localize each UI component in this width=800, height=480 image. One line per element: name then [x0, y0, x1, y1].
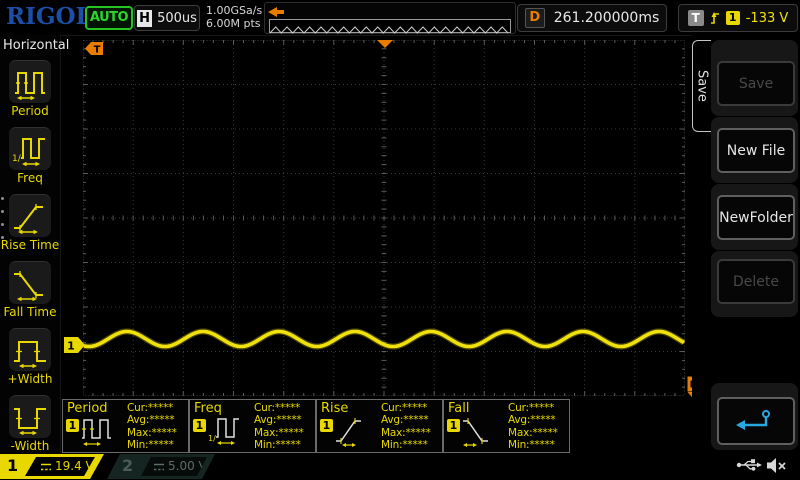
- top-status-bar: RIGOL AUTO H 500us 1.00GSa/s 6.00M pts D…: [0, 0, 800, 36]
- measure-panel-freq[interactable]: Freq 1 1/ Cur:***** Avg:***** Max:***** …: [189, 399, 316, 453]
- rising-edge-icon: [710, 10, 720, 26]
- enter-arrow-icon: [734, 408, 778, 434]
- freq-icon: 1/: [208, 413, 240, 449]
- source-badge: 1: [447, 419, 460, 432]
- source-badge: 1: [320, 419, 333, 432]
- svg-text:1: 1: [67, 340, 75, 353]
- run-status-badge: AUTO: [85, 6, 133, 30]
- trigger-readout-box: T 1 -133 V: [678, 4, 798, 32]
- channel1-scale-box: 19.4 V: [25, 457, 95, 476]
- menu-item-fall-time[interactable]: Fall Time: [0, 261, 60, 325]
- preview-position-arrow-icon: [268, 7, 288, 17]
- channel2-scale-box: 5.00 V: [141, 457, 207, 476]
- delay-value: 261.200000ms: [554, 10, 660, 26]
- minus-width-icon: [12, 399, 48, 435]
- left-menu-title: Horizontal: [3, 38, 69, 53]
- trigger-time-marker-icon[interactable]: [377, 40, 393, 48]
- speaker-muted-icon: [765, 457, 787, 474]
- svg-text:T: T: [94, 45, 101, 56]
- channel2-status[interactable]: 2 5.00 V: [107, 454, 215, 479]
- plus-width-icon: [12, 332, 48, 368]
- fall-time-icon: [12, 265, 48, 301]
- waveform-preview-strip[interactable]: [269, 19, 511, 33]
- channel2-scale: 5.00 V: [168, 459, 207, 473]
- measure-panel-fall[interactable]: Fall 1 Cur:***** Avg:***** Max:***** Min…: [443, 399, 570, 453]
- channel1-ground-marker-icon[interactable]: 1: [64, 337, 85, 353]
- timebase-value: 500us: [157, 11, 197, 26]
- trigger-source-badge: 1: [726, 11, 740, 25]
- measure-panel-rise[interactable]: Rise 1 Cur:***** Avg:***** Max:***** Min…: [316, 399, 443, 453]
- horizontal-timebase-box: H 500us: [134, 5, 200, 31]
- channel-status-bar: 1 19.4 V 2 5.00 V: [0, 453, 800, 480]
- save-menu-panel: Save Save New File NewFolder Delete: [692, 35, 800, 453]
- source-badge: 1: [193, 419, 206, 432]
- scroll-indicator-dot: [1, 210, 4, 213]
- channel1-number: 1: [7, 456, 18, 475]
- trigger-t-label: T: [688, 10, 704, 26]
- channel2-number: 2: [122, 456, 133, 475]
- delete-button[interactable]: Delete: [717, 259, 795, 304]
- save-button[interactable]: Save: [717, 61, 795, 106]
- period-icon: [81, 413, 113, 449]
- fall-time-icon: [462, 413, 494, 449]
- trigger-level-value: -133 V: [746, 11, 789, 26]
- menu-item-freq[interactable]: 1/ Freq: [0, 127, 60, 191]
- menu-item-plus-width[interactable]: +Width: [0, 328, 60, 392]
- measure-values: Cur:***** Avg:***** Max:***** Min:*****: [127, 402, 177, 451]
- measure-values: Cur:***** Avg:***** Max:***** Min:*****: [381, 402, 431, 451]
- scroll-indicator-dot: [1, 236, 4, 239]
- dc-coupling-icon: [153, 463, 165, 472]
- measure-values: Cur:***** Avg:***** Max:***** Min:*****: [508, 402, 558, 451]
- dc-coupling-icon: [40, 463, 52, 472]
- new-folder-button[interactable]: NewFolder: [717, 195, 795, 240]
- period-icon: [12, 64, 48, 100]
- scroll-indicator-dot: [1, 223, 4, 226]
- menu-item-period[interactable]: Period: [0, 60, 60, 124]
- delay-d-label: D: [525, 8, 545, 28]
- measure-panel-period[interactable]: Period 1 Cur:***** Avg:***** Max:***** M…: [62, 399, 189, 453]
- svg-text:1/: 1/: [12, 154, 22, 164]
- scroll-indicator-dot: [1, 197, 4, 200]
- delay-readout-box: D 261.200000ms: [517, 4, 667, 32]
- menu-item-rise-time[interactable]: Rise Time: [0, 194, 60, 258]
- back-enter-button[interactable]: [717, 397, 795, 445]
- menu-item-minus-width[interactable]: -Width: [0, 395, 60, 459]
- measure-values: Cur:***** Avg:***** Max:***** Min:*****: [254, 402, 304, 451]
- usb-icon: [736, 458, 762, 472]
- trigger-position-flag-icon[interactable]: T: [85, 42, 103, 55]
- rise-time-icon: [335, 413, 367, 449]
- freq-icon: 1/: [12, 131, 48, 167]
- sample-rate: 1.00GSa/s: [206, 4, 262, 17]
- oscilloscope-screen: RIGOL AUTO H 500us 1.00GSa/s 6.00M pts D…: [0, 0, 800, 480]
- channel1-scale: 19.4 V: [55, 459, 94, 473]
- graticule-display: [83, 40, 685, 396]
- svg-text:1/: 1/: [208, 434, 216, 443]
- horizontal-measure-menu: Horizontal Period 1/ Freq: [0, 35, 61, 453]
- rigol-logo: RIGOL: [6, 3, 92, 30]
- acquisition-info: 1.00GSa/s 6.00M pts: [206, 4, 262, 30]
- save-menu-tab: Save: [692, 40, 711, 132]
- timebase-h-label: H: [137, 10, 152, 27]
- source-badge: 1: [66, 419, 79, 432]
- rise-time-icon: [12, 198, 48, 234]
- channel1-status[interactable]: 1 19.4 V: [0, 454, 104, 479]
- memory-depth: 6.00M pts: [206, 17, 262, 30]
- new-file-button[interactable]: New File: [717, 128, 795, 173]
